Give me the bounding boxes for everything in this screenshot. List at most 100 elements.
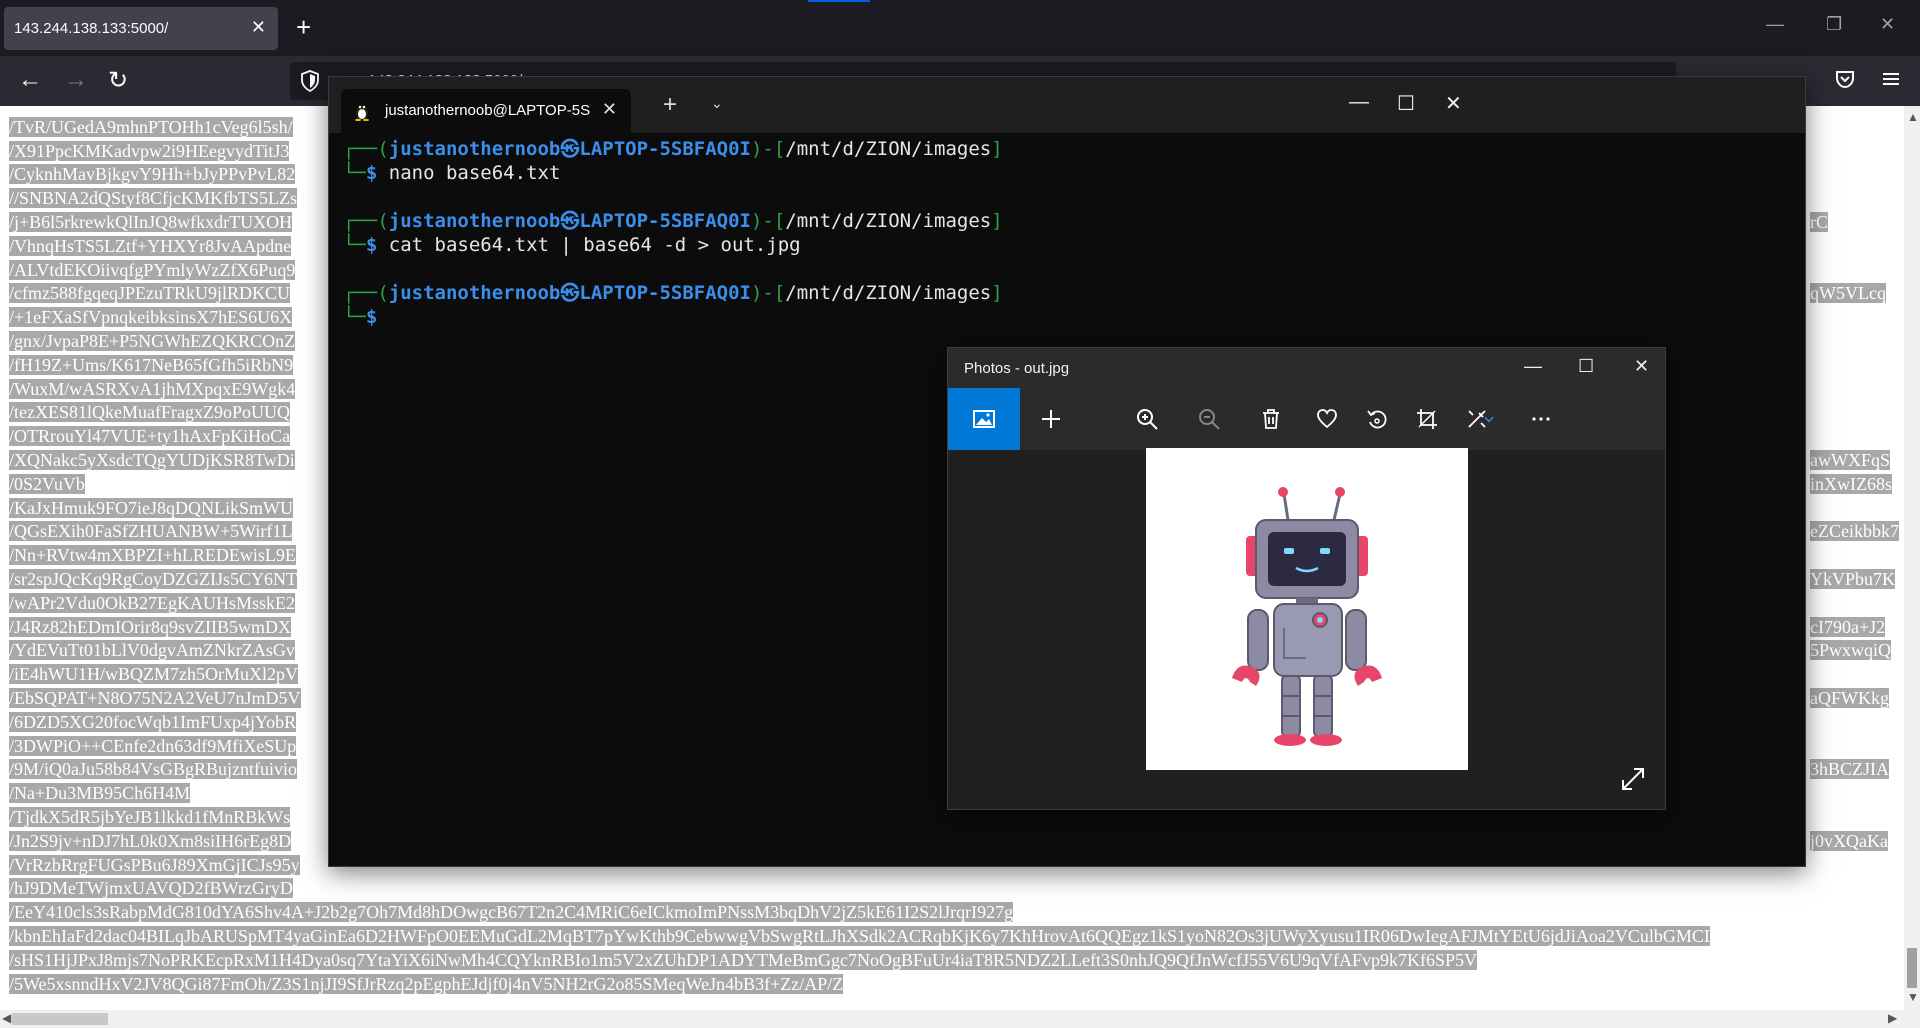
base64-line-text: /+1eFXaSfVpnqkeibksinsX7hES6U6X — [9, 307, 293, 328]
pocket-icon[interactable] — [1834, 68, 1856, 90]
expand-icon[interactable] — [1620, 766, 1646, 792]
base64-line-text: /VhnqHsTS5LZtf+YHXYr8JvAApdne — [9, 235, 292, 256]
base64-line: /CyknhMavBjkgvY9Hh+bJyPPvPvL82 — [9, 163, 296, 187]
prompt-path: /mnt/d/ZION/images — [785, 210, 992, 232]
prompt-prompt-top-mid: )-[ — [750, 282, 786, 304]
base64-line: //SNBNA2dQStyf8CfjcKMKfbTS5LZs — [9, 187, 298, 211]
tab-close-icon[interactable]: ✕ — [251, 17, 266, 38]
base64-line: /WuxM/wASRXvA1jhMXpqxE9Wgk4 — [9, 378, 296, 402]
scroll-left-icon[interactable]: ◀ — [2, 1011, 11, 1025]
terminal-output[interactable]: ┌──(justanothernoob㉿LAPTOP-5SBFAQ0I)-[/m… — [343, 137, 1003, 329]
base64-line: /tezXES81lQkeMuafFragxZ9oPoUUQ — [9, 401, 290, 425]
browser-minimize-button[interactable]: — — [1766, 14, 1784, 35]
horizontal-scroll-thumb[interactable] — [12, 1013, 108, 1025]
terminal-tab-close-icon[interactable]: ✕ — [602, 99, 617, 120]
terminal-new-tab-button[interactable]: + — [663, 91, 677, 119]
prompt-at-symbol: ㉿ — [560, 138, 580, 160]
base64-line-text: /hJ9DMeTWjmxUAVQD2fBWrzGryD — [9, 878, 293, 899]
base64-line: /cfmz588fgqeqJPEzuTRkU9jlRDKCU — [9, 282, 290, 306]
prompt-at-symbol: ㉿ — [560, 210, 580, 232]
vertical-scroll-thumb[interactable] — [1907, 948, 1917, 988]
reload-button[interactable]: ↻ — [108, 66, 128, 95]
prompt-header-line: ┌──(justanothernoob㉿LAPTOP-5SBFAQ0I)-[/m… — [343, 281, 1003, 305]
base64-line: /fH19Z+Ums/K617NeB65fGfh5iRbN9 — [9, 354, 294, 378]
add-button[interactable] — [1020, 388, 1082, 450]
base64-line-text: /KaJxHmuk9FO7ieJ8qDQNLikSmWU — [9, 497, 293, 518]
scroll-right-icon[interactable]: ▶ — [1888, 1011, 1897, 1025]
menu-icon[interactable] — [1880, 68, 1902, 90]
photos-maximize-button[interactable]: ☐ — [1578, 356, 1594, 377]
photo-canvas[interactable] — [1146, 448, 1468, 770]
base64-line-fragment: rC — [1810, 211, 1828, 235]
base64-line-fragment: 3hBCZJIA — [1810, 758, 1890, 782]
base64-line: /ALVtdEKOiivqfgPYmlyWzZfX6Puq9 — [9, 259, 296, 283]
terminal-minimize-button[interactable]: — — [1349, 91, 1369, 114]
base64-line: /gnx/JvpaP8E+P5NGWhEZQKRCOnZ — [9, 330, 296, 354]
new-tab-button[interactable]: + — [296, 12, 311, 42]
base64-line: /+1eFXaSfVpnqkeibksinsX7hES6U6X — [9, 306, 293, 330]
terminal-close-button[interactable]: ✕ — [1445, 91, 1462, 116]
horizontal-scrollbar[interactable]: ◀ ▶ — [0, 1010, 1920, 1028]
base64-line: /Nn+RVtw4mXBPZI+hLREDEwisL9E — [9, 544, 296, 568]
base64-line: /OTRrouYl47VUE+ty1hAxFpKiHoCa — [9, 425, 291, 449]
base64-line: /KaJxHmuk9FO7ieJ8qDQNLikSmWU — [9, 497, 293, 521]
base64-fragment-text: aQFWKkg — [1810, 688, 1889, 708]
prompt-host: LAPTOP-5SBFAQ0I — [579, 210, 751, 232]
prompt-prompt-top-mid: )-[ — [750, 210, 786, 232]
terminal-titlebar: justanothernoob@LAPTOP-5S ✕ + ⌄ — ☐ ✕ — [329, 77, 1805, 133]
delete-button[interactable] — [1240, 388, 1302, 450]
base64-line: /iE4hWU1H/wBQZM7zh5OrMuXl2pV — [9, 663, 298, 687]
browser-tab[interactable]: 143.244.138.133:5000/ ✕ — [4, 7, 278, 50]
back-button[interactable]: ← — [18, 66, 42, 94]
more-options-button[interactable] — [1510, 388, 1572, 450]
prompt-prompt-top-end: ] — [991, 210, 1003, 232]
prompt-user: justanothernoob — [388, 210, 561, 232]
base64-fragment-text: 5PwxwqiQ — [1810, 640, 1892, 661]
photos-window[interactable]: Photos - out.jpg — ☐ ✕ — [947, 347, 1666, 810]
vertical-scrollbar[interactable]: ▲ ▼ — [1904, 106, 1920, 1010]
shield-icon[interactable] — [300, 70, 320, 92]
zoom-out-button[interactable] — [1178, 388, 1240, 450]
base64-line: /QGsEXih0FaSfZHUANBW+5Wirf1L — [9, 520, 293, 544]
edit-dropdown-button[interactable] — [1474, 388, 1504, 450]
view-image-button[interactable] — [948, 388, 1020, 450]
base64-line-text: /sr2spJQcKq9RgCoyDZGZIJs5CY6NT — [9, 569, 297, 589]
base64-line-text: /0S2VuVb — [9, 473, 85, 494]
terminal-maximize-button[interactable]: ☐ — [1397, 91, 1415, 116]
base64-line-text: /EeY410cls3sRabpMdG810dYA6Shv4A+J2b2g7Oh… — [9, 902, 1014, 923]
scroll-up-icon[interactable]: ▲ — [1907, 110, 1919, 124]
base64-line-text: /TjdkX5dR5jbYeJB1lkkd1fMnRBkWs — [9, 807, 291, 827]
photos-minimize-button[interactable]: — — [1524, 356, 1542, 377]
command-line: └─$ nano base64.txt — [343, 161, 1003, 185]
zoom-in-button[interactable] — [1116, 388, 1178, 450]
base64-line: /9M/iQ0aJu58b84VsGBgRBujzntfuivio — [9, 758, 298, 782]
rotate-icon — [1367, 410, 1387, 429]
photos-close-button[interactable]: ✕ — [1634, 356, 1649, 377]
base64-line-fragment: awWXFqS — [1810, 449, 1890, 473]
robot-image — [1232, 487, 1382, 746]
base64-fragment-text: qW5VLcq — [1810, 283, 1886, 304]
base64-fragment-text: cI790a+J2 — [1810, 616, 1886, 637]
base64-line: /TvR/UGedA9mhnPTOHh1cVeg6l5sh/ — [9, 116, 293, 140]
base64-line-text: /3DWPiO++CEnfe2dn63df9MfiXeSUp — [9, 735, 297, 756]
base64-line: /Jn2S9jv+nDJ7hL0k0Xm8siIH6rEg8D — [9, 830, 292, 854]
base64-line: /EbSQPAT+N8O75N2A2VeU7nJmD5V — [9, 687, 301, 711]
base64-line-fragment: eZCeikbbk7 — [1810, 520, 1899, 544]
base64-line: /X91PpcKMKadvpw2i9HEegvydTitJ3 — [9, 140, 290, 164]
base64-line-text: /tezXES81lQkeMuafFragxZ9oPoUUQ — [9, 402, 290, 423]
base64-fragment-text: awWXFqS — [1810, 450, 1890, 470]
base64-line-text: /XQNakc5yXsdcTQgYUDjKSR8TwDi — [9, 450, 295, 470]
browser-restore-button[interactable]: ❐ — [1826, 14, 1842, 35]
scroll-down-icon[interactable]: ▼ — [1907, 990, 1919, 1004]
terminal-dropdown-icon[interactable]: ⌄ — [711, 95, 723, 112]
base64-line: /XQNakc5yXsdcTQgYUDjKSR8TwDi — [9, 449, 295, 473]
browser-close-button[interactable]: ✕ — [1880, 14, 1895, 35]
browser-tab-bar: 143.244.138.133:5000/ ✕ + — ❐ ✕ — [0, 0, 1920, 56]
prompt-path: /mnt/d/ZION/images — [785, 138, 992, 160]
base64-line-fragment: 5PwxwqiQ — [1810, 639, 1892, 663]
forward-button[interactable]: → — [64, 66, 88, 94]
prompt-header-line: ┌──(justanothernoob㉿LAPTOP-5SBFAQ0I)-[/m… — [343, 209, 1003, 233]
terminal-tab[interactable]: justanothernoob@LAPTOP-5S ✕ — [341, 89, 631, 133]
